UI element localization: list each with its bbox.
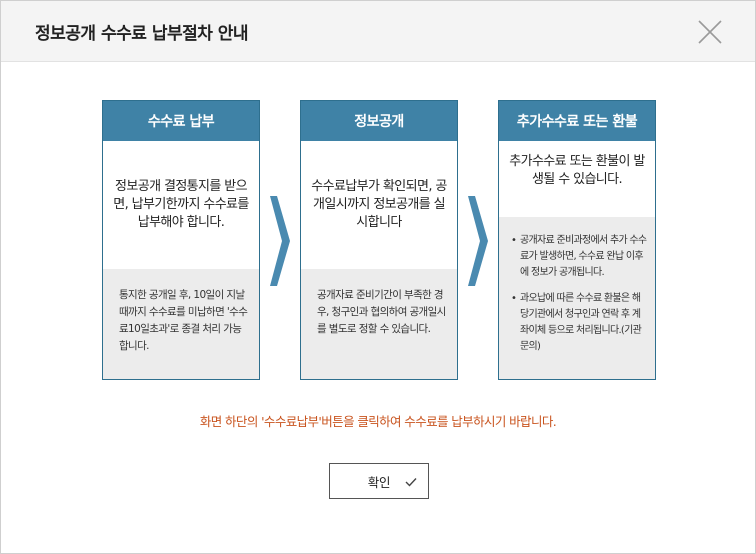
step-card-note: 공개자료 준비기간이 부족한 경우, 청구인과 협의하여 공개일시를 별도로 정… <box>301 269 457 379</box>
step-card-title: 정보공개 <box>301 101 457 141</box>
chevron-right-icon <box>268 196 290 286</box>
confirm-button[interactable]: 확인 <box>329 463 429 499</box>
check-icon <box>404 475 418 489</box>
fee-payment-guide-modal: 정보공개 수수료 납부절차 안내 수수료 납부 정보공개 결정통지를 받으면, … <box>0 0 756 554</box>
step-card-title: 수수료 납부 <box>103 101 259 141</box>
step-card-description: 수수료납부가 확인되면, 공개일시까지 정보공개를 실시합니다 <box>311 178 447 231</box>
list-item: 공개자료 준비과정에서 추가 수수료가 발생하면, 수수료 완납 이후에 정보가… <box>511 233 647 281</box>
modal-title: 정보공개 수수료 납부절차 안내 <box>35 24 249 44</box>
list-item: 과오납에 따른 수수료 환불은 해당기관에서 청구인과 연락 후 계좌이체 등으… <box>511 291 647 355</box>
step-card-additional-fee-refund: 추가수수료 또는 환불 추가수수료 또는 환불이 발생될 수 있습니다. 공개자… <box>498 100 656 380</box>
step-card-note: 통지한 공개일 후, 10일이 지날 때까지 수수료를 미납하면 '수수료10일… <box>103 269 259 379</box>
step-card-description: 정보공개 결정통지를 받으면, 납부기한까지 수수료를 납부해야 합니다. <box>113 178 249 231</box>
close-icon <box>698 20 722 44</box>
confirm-button-label: 확인 <box>367 474 391 490</box>
step-card-description: 추가수수료 또는 환불이 발생될 수 있습니다. <box>509 154 645 188</box>
step-card-title: 추가수수료 또는 환불 <box>499 101 655 141</box>
chevron-right-icon <box>466 196 488 286</box>
step-card-fee-payment: 수수료 납부 정보공개 결정통지를 받으면, 납부기한까지 수수료를 납부해야 … <box>102 100 260 380</box>
close-button[interactable] <box>695 17 725 47</box>
payment-notice: 화면 하단의 '수수료납부'버튼을 클릭하여 수수료를 납부하시기 바랍니다. <box>199 414 557 429</box>
modal-header: 정보공개 수수료 납부절차 안내 <box>1 1 755 62</box>
step-card-disclosure: 정보공개 수수료납부가 확인되면, 공개일시까지 정보공개를 실시합니다 공개자… <box>300 100 458 380</box>
step-card-note-list: 공개자료 준비과정에서 추가 수수료가 발생하면, 수수료 완납 이후에 정보가… <box>499 217 655 379</box>
